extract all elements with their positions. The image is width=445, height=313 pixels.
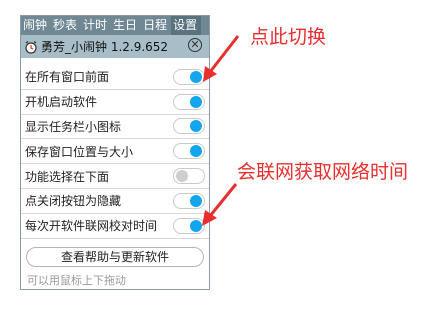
- arrow-bottom: [202, 183, 238, 226]
- arrow-top: [203, 35, 240, 82]
- annotation-arrows: [202, 35, 240, 226]
